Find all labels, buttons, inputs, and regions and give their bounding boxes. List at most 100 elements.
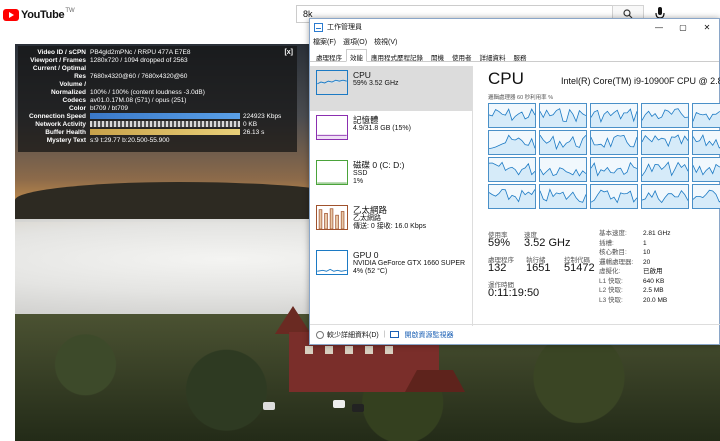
resource-item-disk[interactable]: 磁碟 0 (C: D:) SSD 1% (310, 156, 472, 201)
utilization-label: 邏輯處理器 60 秒利用率 % (488, 95, 554, 101)
ethernet-thumbnail-graph (316, 205, 348, 230)
resource-name: 磁碟 0 (C: D:) (353, 160, 405, 170)
spec-row: 核心數目: 10 (599, 249, 651, 256)
menu-file[interactable]: 檔案(F) (313, 37, 336, 47)
connection-speed-bar (90, 113, 240, 120)
stat-processes: 132 (488, 262, 507, 274)
spec-row: L3 快取: 20.0 MB (599, 296, 668, 304)
cpu-thumbnail-graph (316, 70, 348, 95)
logical-processor-graph (641, 184, 689, 209)
menu-bar: 檔案(F) 選項(O) 檢視(V) (310, 35, 719, 49)
logical-processor-graph (539, 184, 587, 209)
resource-name: CPU (353, 70, 371, 80)
stats-row: Video ID / sCPN PB4gld2mPNc / RRPU 477A E… (37, 49, 191, 56)
chevron-up-icon[interactable] (316, 330, 324, 339)
logical-processor-graph (488, 157, 536, 182)
resource-monitor-icon (389, 331, 399, 338)
logical-processor-graph (692, 103, 720, 128)
logical-processor-graph (692, 157, 720, 182)
tab-details[interactable]: 詳細資料 (476, 49, 510, 62)
stats-row-buffer: Buffer Health 26.13 s (45, 129, 265, 136)
logical-processor-graph (641, 130, 689, 155)
logical-processor-graph (539, 157, 587, 182)
menu-view[interactable]: 檢視(V) (374, 37, 397, 47)
spec-row: 基本速度: 2.81 GHz (599, 230, 671, 237)
minimize-button[interactable]: — (647, 23, 671, 32)
cpu-detail-pane: CPU Intel(R) Core(TM) i9-10900F CPU @ 2.… (482, 69, 720, 329)
youtube-region: TW (65, 8, 75, 14)
open-resource-monitor-link[interactable]: 開啟資源監視器 (405, 330, 454, 340)
tab-app-history[interactable]: 應用程式歷程記錄 (367, 49, 427, 62)
stats-row: Current / Optimal (32, 65, 86, 72)
youtube-play-icon (3, 9, 19, 21)
resource-item-gpu[interactable]: GPU 0 NVIDIA GeForce GTX 1660 SUPER 4% (52… (310, 246, 472, 291)
stats-row: Viewport / Frames 1280x720 / 1094 dropped… (30, 57, 188, 64)
tab-services[interactable]: 服務 (510, 49, 531, 62)
tab-users[interactable]: 使用者 (448, 49, 476, 62)
stat-utilization: 59% (488, 237, 511, 249)
spec-row: L1 快取: 640 KB (599, 277, 665, 285)
close-button[interactable]: ✕ (695, 23, 719, 32)
task-manager-icon (314, 22, 323, 32)
logical-processor-graph (641, 157, 689, 182)
window-title: 工作管理員 (327, 24, 362, 31)
logical-processor-graph (590, 157, 638, 182)
stat-uptime: 0:11:19:50 (488, 287, 540, 299)
resource-list: CPU 59% 3.52 GHz 記憶體 4.9/31.8 GB (15%) 磁碟 … (310, 66, 473, 326)
spec-row: 虛擬化: 已啟用 (599, 268, 663, 275)
spec-row: 插槽: 1 (599, 239, 647, 247)
detail-title: CPU (488, 69, 524, 88)
resource-item-ethernet[interactable]: 乙太網路 乙太網路 傳送: 0 接收: 16.0 Kbps (310, 201, 472, 246)
memory-thumbnail-graph (316, 115, 348, 140)
resource-name: GPU 0 (353, 250, 379, 260)
fewer-details-button[interactable]: 較少詳細資料(D) (327, 330, 379, 340)
logical-processor-graph (590, 103, 638, 128)
video-car (263, 402, 275, 410)
spec-row: 邏輯處理器: 20 (599, 258, 651, 266)
stats-row-connection: Connection Speed 224923 Kbps (28, 113, 282, 120)
stat-speed: 3.52 GHz (524, 237, 571, 249)
stats-close-button[interactable]: [x] (284, 49, 293, 57)
stat-threads: 1651 (526, 262, 551, 274)
disk-thumbnail-graph (316, 160, 348, 185)
stats-row: Volume / (59, 81, 86, 88)
task-manager-titlebar[interactable]: 工作管理員 — ▢ ✕ (310, 19, 719, 35)
logical-processor-graph (488, 184, 536, 209)
tab-bar: 處理程序 效能 應用程式歷程記錄 開機 使用者 詳細資料 服務 (310, 49, 719, 62)
logical-processor-graph (488, 130, 536, 155)
maximize-button[interactable]: ▢ (671, 23, 695, 32)
logical-processor-graph (590, 184, 638, 209)
video-car (333, 400, 345, 408)
youtube-logo[interactable]: YouTube TW (3, 7, 75, 23)
stats-row: Mystery Text s:9 t:29.77 b:20.500-55.900 (46, 137, 170, 144)
task-manager-footer: 較少詳細資料(D) | 開啟資源監視器 (310, 324, 720, 344)
screen: YouTube TW 8k [x] Video ID / sCPN PB4gld… (0, 0, 720, 441)
stats-row: Color bt709 / bt709 (69, 105, 128, 112)
network-activity-bar (90, 121, 240, 128)
video-car (352, 404, 364, 412)
stats-row: Normalized 100% / 100% (content loudness … (50, 89, 205, 96)
resource-name: 乙太網路 (353, 205, 388, 215)
tab-processes[interactable]: 處理程序 (312, 49, 346, 62)
youtube-logo-text: YouTube (21, 9, 65, 21)
stats-row: Codecs av01.0.17M.08 (571) / opus (251) (62, 97, 187, 104)
tab-performance[interactable]: 效能 (346, 49, 367, 62)
logical-processor-graph (488, 103, 536, 128)
logical-processor-graph (692, 130, 720, 155)
tab-startup[interactable]: 開機 (427, 49, 448, 62)
menu-options[interactable]: 選項(O) (343, 37, 367, 47)
cpu-specs: 基本速度: 2.81 GHz 插槽: 1 核心數目: 10 邏輯處理器: 20 虛擬化:… (599, 229, 670, 305)
logical-processor-graph (692, 184, 720, 209)
gpu-thumbnail-graph (316, 250, 348, 275)
spec-row: L2 快取: 2.5 MB (599, 287, 664, 294)
cpu-model: Intel(R) Core(TM) i9-10900F CPU @ 2.80 (561, 76, 720, 86)
resource-item-memory[interactable]: 記憶體 4.9/31.8 GB (15%) (310, 111, 472, 156)
logical-processor-graph (539, 103, 587, 128)
logical-processor-graph (539, 130, 587, 155)
logical-processor-graph (590, 130, 638, 155)
resource-item-cpu[interactable]: CPU 59% 3.52 GHz (310, 66, 472, 111)
resource-name: 記憶體 (353, 115, 379, 125)
buffer-health-bar (90, 129, 240, 136)
stat-handles: 51472 (564, 262, 595, 274)
logical-processor-graphs (488, 103, 720, 213)
